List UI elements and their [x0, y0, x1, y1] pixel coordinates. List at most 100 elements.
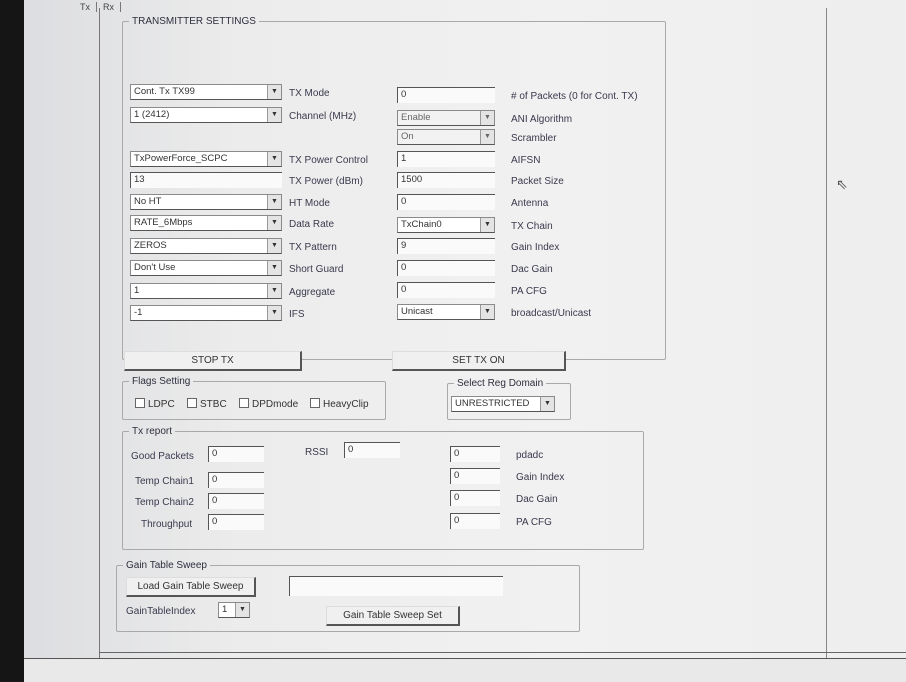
gain-table-sweep-set-button[interactable]: Gain Table Sweep Set	[326, 606, 460, 626]
tx-left-field-9-value: -1	[134, 307, 143, 318]
chevron-down-icon[interactable]: ▼	[235, 603, 249, 617]
dpdmode-label: DPDmode	[252, 399, 299, 410]
tx-right-field-9[interactable]: 0	[397, 282, 495, 298]
mouse-cursor-icon: ⇖	[836, 176, 848, 192]
temp-chain1-field[interactable]: 0	[208, 472, 264, 488]
chevron-down-icon[interactable]: ▼	[480, 111, 494, 125]
tx-left-field-4-value: No HT	[134, 196, 162, 207]
good-packets-field[interactable]: 0	[208, 446, 264, 462]
tx-left-label-9: IFS	[289, 309, 305, 320]
load-gain-table-sweep-button[interactable]: Load Gain Table Sweep	[126, 577, 256, 597]
tx-right-field-6[interactable]: TxChain0 ▼	[397, 217, 495, 233]
tx-report-right-label-1: Gain Index	[516, 472, 565, 483]
tx-left-label-0: TX Mode	[289, 88, 330, 99]
chevron-down-icon[interactable]: ▼	[267, 85, 281, 99]
ldpc-checkbox[interactable]: LDPC	[135, 398, 175, 410]
tx-right-label-5: Antenna	[511, 198, 549, 209]
tx-report-right-field-1[interactable]: 0	[450, 468, 500, 484]
checkbox-box[interactable]	[187, 398, 197, 408]
tx-left-field-3[interactable]: 13	[130, 172, 282, 188]
tx-left-field-5[interactable]: RATE_6Mbps ▼	[130, 215, 282, 231]
chevron-down-icon[interactable]: ▼	[480, 130, 494, 144]
temp-chain2-label: Temp Chain2	[135, 497, 194, 508]
chevron-down-icon[interactable]: ▼	[267, 195, 281, 209]
heavyclip-checkbox[interactable]: HeavyClip	[310, 398, 369, 410]
gain-table-index-label: GainTableIndex	[126, 606, 196, 617]
tx-left-label-4: HT Mode	[289, 198, 330, 209]
rssi-field[interactable]: 0	[344, 442, 400, 458]
tx-report-right-field-3[interactable]: 0	[450, 513, 500, 529]
tx-left-field-0[interactable]: Cont. Tx TX99 ▼	[130, 84, 282, 100]
tx-left-field-7[interactable]: Don't Use ▼	[130, 260, 282, 276]
tx-left-field-2-value: TxPowerForce_SCPC	[134, 153, 228, 164]
pane-divider	[99, 652, 906, 653]
tx-left-label-3: TX Power (dBm)	[289, 176, 363, 187]
tx-right-field-2-value: On	[401, 131, 414, 142]
chevron-down-icon[interactable]: ▼	[267, 239, 281, 253]
reg-domain-title: Select Reg Domain	[457, 378, 544, 389]
tx-right-field-6-value: TxChain0	[401, 219, 442, 230]
ldpc-label: LDPC	[148, 399, 175, 410]
tx-right-field-2[interactable]: On ▼	[397, 129, 495, 145]
chevron-down-icon[interactable]: ▼	[267, 306, 281, 320]
heavyclip-label: HeavyClip	[323, 399, 369, 410]
tx-right-field-10-value: Unicast	[401, 306, 433, 317]
chevron-down-icon[interactable]: ▼	[267, 108, 281, 122]
gain-table-sweep-title: Gain Table Sweep	[126, 560, 207, 571]
tx-left-label-7: Short Guard	[289, 264, 344, 275]
checkbox-box[interactable]	[135, 398, 145, 408]
throughput-label: Throughput	[141, 519, 193, 530]
tx-left-field-8-value: 1	[134, 285, 140, 296]
transmitter-settings-title: TRANSMITTER SETTINGS	[132, 16, 256, 27]
tx-left-field-1[interactable]: 1 (2412) ▼	[130, 107, 282, 123]
dpdmode-checkbox[interactable]: DPDmode	[239, 398, 298, 410]
tx-right-field-5[interactable]: 0	[397, 194, 495, 210]
tx-report-right-label-2: Dac Gain	[516, 494, 558, 505]
tx-right-label-8: Dac Gain	[511, 264, 553, 275]
chevron-down-icon[interactable]: ▼	[267, 284, 281, 298]
tx-left-field-9[interactable]: -1 ▼	[130, 305, 282, 321]
chevron-down-icon[interactable]: ▼	[267, 216, 281, 230]
chevron-down-icon[interactable]: ▼	[480, 218, 494, 232]
tx-right-field-3[interactable]: 1	[397, 151, 495, 167]
gain-table-index-select[interactable]: 1 ▼	[218, 602, 250, 618]
tx-left-label-2: TX Power Control	[289, 155, 368, 166]
tx-left-field-6-value: ZEROS	[134, 240, 167, 251]
tx-left-field-1-value: 1 (2412)	[134, 109, 170, 120]
tx-report-right-field-2[interactable]: 0	[450, 490, 500, 506]
tx-left-label-1: Channel (MHz)	[289, 111, 357, 122]
temp-chain2-field[interactable]: 0	[208, 493, 264, 509]
chevron-down-icon[interactable]: ▼	[267, 152, 281, 166]
tx-left-field-8[interactable]: 1 ▼	[130, 283, 282, 299]
tx-right-field-10[interactable]: Unicast ▼	[397, 304, 495, 320]
tab-tx[interactable]: Tx	[74, 2, 97, 12]
tx-right-label-6: TX Chain	[511, 221, 553, 232]
tx-right-field-1[interactable]: Enable ▼	[397, 110, 495, 126]
checkbox-box[interactable]	[310, 398, 320, 408]
set-tx-on-button[interactable]: SET TX ON	[392, 351, 566, 371]
tx-left-field-5-value: RATE_6Mbps	[134, 217, 193, 228]
tx-report-title: Tx report	[132, 426, 173, 437]
throughput-field[interactable]: 0	[208, 514, 264, 530]
checkbox-box[interactable]	[239, 398, 249, 408]
good-packets-label: Good Packets	[131, 451, 194, 462]
chevron-down-icon[interactable]: ▼	[267, 261, 281, 275]
reg-domain-select[interactable]: UNRESTRICTED ▼	[451, 396, 555, 412]
tx-report-right-label-3: PA CFG	[516, 517, 552, 528]
tx-left-field-6[interactable]: ZEROS ▼	[130, 238, 282, 254]
tx-report-right-field-0[interactable]: 0	[450, 446, 500, 462]
tx-right-field-0[interactable]: 0	[397, 87, 495, 103]
tx-report-right-label-0: pdadc	[516, 450, 544, 461]
stbc-label: STBC	[200, 399, 227, 410]
stop-tx-button[interactable]: STOP TX	[124, 351, 302, 371]
tx-right-field-4[interactable]: 1500	[397, 172, 495, 188]
chevron-down-icon[interactable]: ▼	[540, 397, 554, 411]
gain-table-path-field[interactable]	[289, 576, 503, 596]
chevron-down-icon[interactable]: ▼	[480, 305, 494, 319]
tx-right-field-7[interactable]: 9	[397, 238, 495, 254]
tx-left-label-8: Aggregate	[289, 287, 336, 298]
stbc-checkbox[interactable]: STBC	[187, 398, 227, 410]
tx-left-field-2[interactable]: TxPowerForce_SCPC ▼	[130, 151, 282, 167]
tx-left-field-4[interactable]: No HT ▼	[130, 194, 282, 210]
tx-right-field-8[interactable]: 0	[397, 260, 495, 276]
